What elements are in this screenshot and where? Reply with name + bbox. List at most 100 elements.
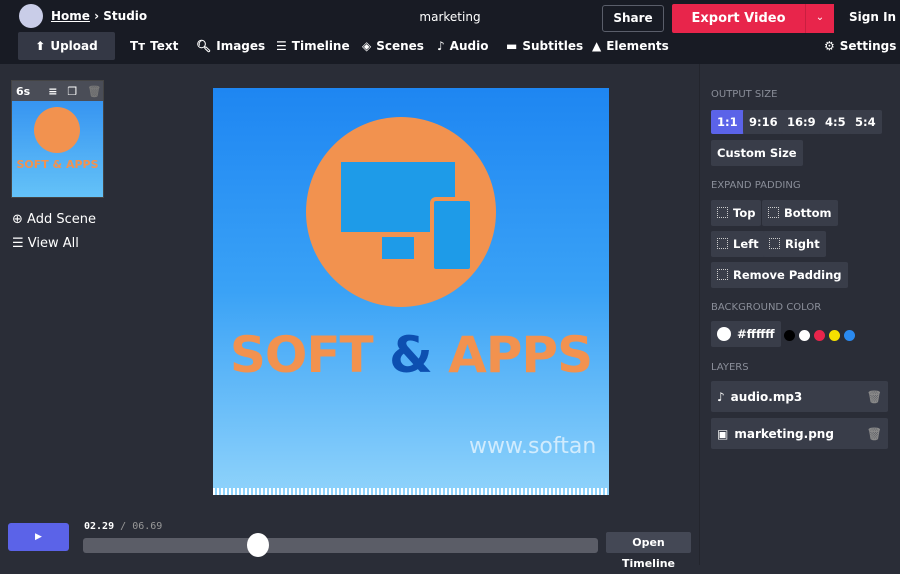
nav-scenes[interactable]: ◈ Scenes	[362, 32, 424, 60]
size-5-4-button[interactable]: 5:4	[849, 110, 882, 134]
canvas-bottom-edge	[213, 488, 609, 495]
padding-icon	[717, 269, 728, 280]
swatch-white[interactable]	[799, 330, 810, 341]
avatar[interactable]	[19, 4, 43, 28]
nav-text[interactable]: Tт Text	[130, 32, 178, 60]
output-size-label: OUTPUT SIZE	[711, 89, 778, 100]
video-canvas[interactable]: SOFT & APPS www.softan	[213, 88, 609, 495]
custom-size-button[interactable]: Custom Size	[711, 140, 803, 166]
gear-icon: ⚙	[824, 39, 835, 53]
pad-right-label: Right	[785, 237, 820, 251]
nav-label: Images	[216, 39, 266, 53]
layers-label: LAYERS	[711, 362, 749, 373]
search-icon: 🔍︎	[196, 39, 212, 53]
swatch-yellow[interactable]	[829, 330, 840, 341]
upload-icon: ⬆	[35, 39, 46, 53]
pad-bottom-button[interactable]: Bottom	[762, 200, 838, 226]
nav-label: Timeline	[291, 39, 350, 53]
sign-in-link[interactable]: Sign In	[849, 10, 896, 24]
play-button[interactable]: ▶	[8, 523, 69, 551]
nav-label: Scenes	[376, 39, 424, 53]
logo-text: SOFT & APPS	[229, 326, 593, 384]
nav-label: Audio	[449, 39, 489, 53]
layer-item[interactable]: ▣ marketing.png 🗑︎	[711, 418, 888, 449]
seek-handle[interactable]	[247, 533, 270, 557]
add-scene-label: Add Scene	[27, 212, 96, 227]
time-separator: /	[120, 521, 127, 532]
size-9-16-button[interactable]: 9:16	[743, 110, 784, 134]
size-1-1-button[interactable]: 1:1	[711, 110, 744, 134]
padding-icon	[768, 207, 779, 218]
size-4-5-button[interactable]: 4:5	[819, 110, 852, 134]
thumbnail-logo-circle	[34, 107, 80, 153]
trash-icon[interactable]: 🗑︎	[87, 85, 101, 98]
timeline-icon: ☰	[276, 39, 287, 53]
music-note-icon: ♪	[437, 39, 445, 53]
nav-label: Text	[150, 39, 179, 53]
watermark-text: www.softan	[469, 434, 597, 459]
scene-thumbnail[interactable]: 6s ≡ ❐ 🗑︎ SOFT & APPS	[11, 80, 104, 198]
share-button[interactable]: Share	[602, 5, 664, 32]
layer-name: audio.mp3	[730, 389, 803, 404]
swatch-black[interactable]	[784, 330, 795, 341]
view-all-button[interactable]: ☰ View All	[12, 236, 79, 251]
pad-top-button[interactable]: Top	[711, 200, 762, 226]
nav-upload[interactable]: ⬆ Upload	[18, 32, 115, 60]
remove-padding-button[interactable]: Remove Padding	[711, 262, 848, 288]
logo-circle	[306, 117, 496, 307]
background-color-picker[interactable]: #ffffff	[711, 321, 781, 347]
timeline-icon[interactable]: ≡	[48, 85, 57, 98]
background-color-label: BACKGROUND COLOR	[711, 302, 822, 313]
nav-settings[interactable]: ⚙ Settings	[824, 32, 896, 60]
view-all-label: View All	[27, 236, 79, 251]
phone-icon	[430, 197, 474, 273]
layers-icon: ◈	[362, 39, 372, 53]
padding-icon	[769, 238, 780, 249]
color-hex-value: #ffffff	[737, 327, 775, 341]
project-title[interactable]: marketing	[380, 10, 520, 24]
copy-icon[interactable]: ❐	[67, 85, 77, 98]
text-icon: Tт	[130, 39, 146, 53]
shapes-icon: ▲	[592, 39, 602, 53]
export-dropdown-chevron-icon[interactable]: ⌄	[805, 4, 834, 33]
subtitles-icon: ▬	[506, 39, 518, 53]
nav-elements[interactable]: ▲ Elements	[592, 32, 669, 60]
add-scene-button[interactable]: ⊕ Add Scene	[12, 212, 96, 227]
pad-left-button[interactable]: Left	[711, 231, 765, 257]
swatch-blue[interactable]	[844, 330, 855, 341]
color-swatch-preview	[717, 327, 731, 341]
expand-padding-label: EXPAND PADDING	[711, 180, 801, 191]
pad-right-button[interactable]: Right	[763, 231, 826, 257]
play-icon: ▶	[35, 532, 42, 542]
nav-images[interactable]: 🔍︎ Images	[196, 32, 265, 60]
export-video-button[interactable]: Export Video	[672, 4, 805, 33]
padding-icon	[717, 238, 728, 249]
nav-label: Elements	[606, 39, 669, 53]
current-time: 02.29	[84, 521, 115, 532]
pad-top-label: Top	[733, 206, 756, 220]
thumbnail-logo-text: SOFT & APPS	[16, 158, 99, 171]
breadcrumb-current: Studio	[103, 9, 148, 23]
breadcrumb-home-link[interactable]: Home	[51, 9, 90, 23]
trash-icon[interactable]: 🗑︎	[867, 390, 882, 404]
scene-duration[interactable]: 6s	[16, 85, 30, 98]
nav-subtitles[interactable]: ▬ Subtitles	[506, 32, 583, 60]
size-16-9-button[interactable]: 16:9	[781, 110, 822, 134]
plus-circle-icon: ⊕	[12, 212, 23, 227]
properties-panel: OUTPUT SIZE 1:1 9:16 16:9 4:5 5:4 Custom…	[699, 64, 900, 565]
total-time: 06.69	[132, 521, 163, 532]
remove-padding-label: Remove Padding	[733, 268, 842, 282]
nav-audio[interactable]: ♪ Audio	[437, 32, 488, 60]
image-icon: ▣	[717, 426, 729, 441]
monitor-stand	[382, 237, 414, 259]
layer-item[interactable]: ♪ audio.mp3 🗑︎	[711, 381, 888, 412]
nav-label: Upload	[50, 39, 98, 53]
nav-timeline[interactable]: ☰ Timeline	[276, 32, 350, 60]
seek-bar[interactable]	[83, 538, 598, 553]
pad-bottom-label: Bottom	[784, 206, 832, 220]
swatch-red[interactable]	[814, 330, 825, 341]
trash-icon[interactable]: 🗑︎	[867, 427, 882, 441]
open-timeline-button[interactable]: Open Timeline	[606, 532, 691, 570]
padding-icon	[717, 207, 728, 218]
list-icon: ☰	[12, 236, 24, 251]
